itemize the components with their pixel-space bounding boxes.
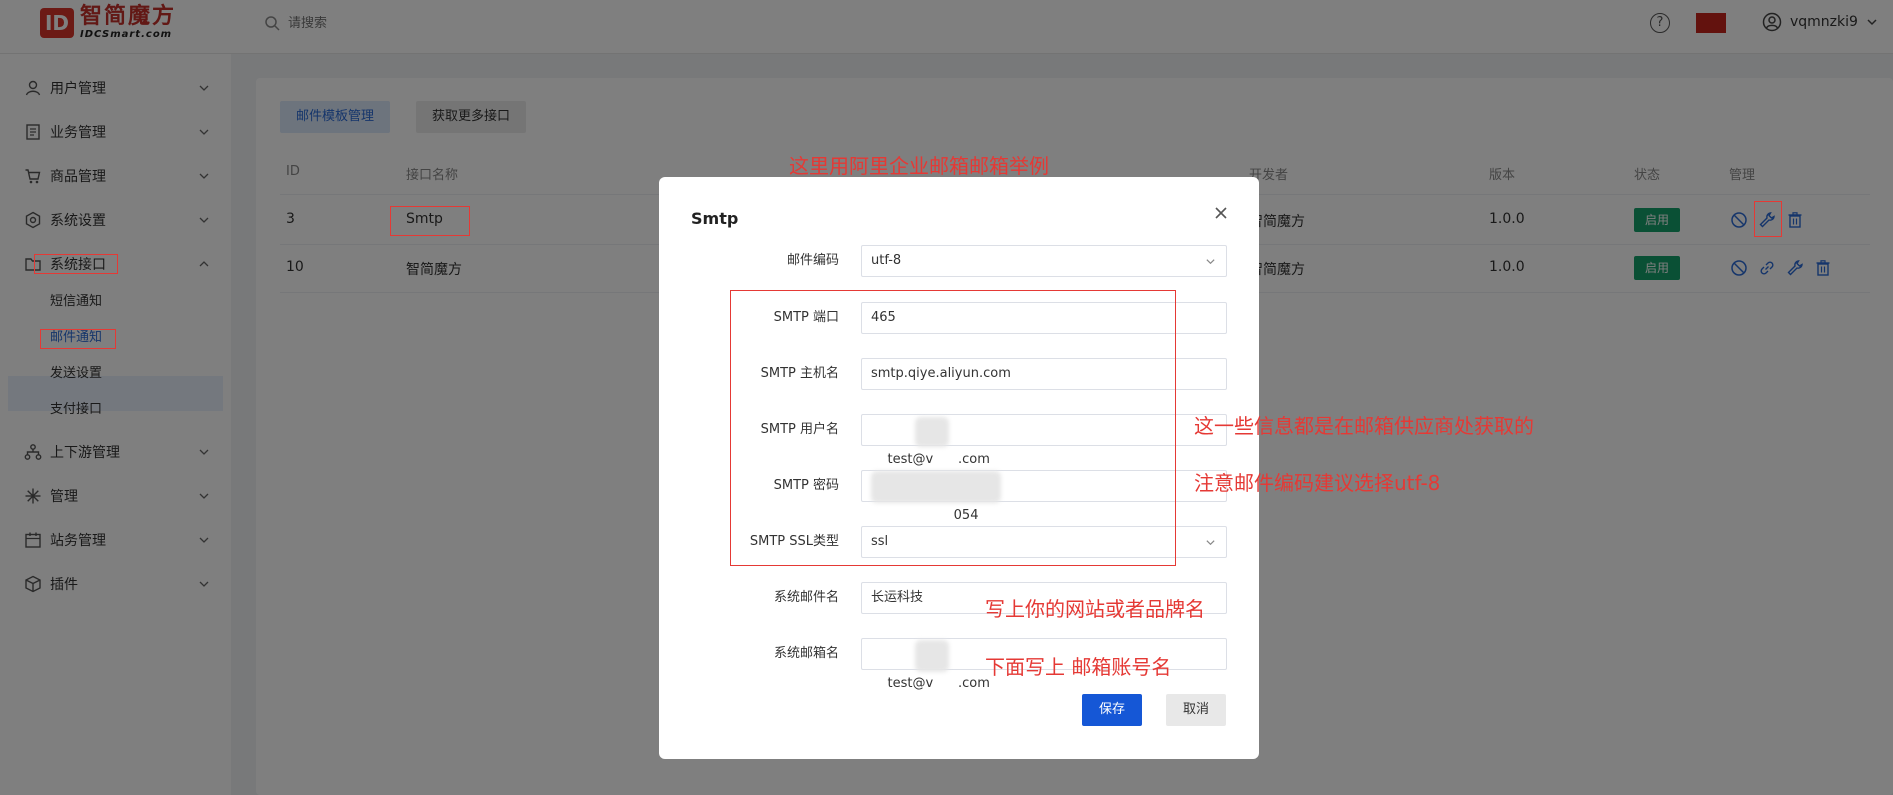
annotation-highlight-smtp-fields [730,290,1176,566]
annotation-note-account: 下面写上 邮箱账号名 [985,655,1172,679]
dialog-title: Smtp [691,209,739,228]
annotation-highlight-email-notification [40,329,116,349]
field-label-system-mailbox: 系统邮箱名 [773,646,839,661]
close-icon[interactable] [1211,203,1231,223]
annotation-top-note: 这里用阿里企业邮箱邮箱举例 [789,154,1049,178]
mail-encoding-select[interactable]: utf-8 [861,245,1227,277]
annotation-highlight-smtp-row [390,206,470,236]
system-mailbox-value: test@v .com [887,676,990,691]
field-label-system-mail-name: 系统邮件名 [773,590,839,605]
redaction-blur [915,640,949,672]
annotation-highlight-config-icon [1754,201,1782,237]
chevron-down-icon [1206,540,1215,546]
save-button[interactable]: 保存 [1082,694,1142,726]
mail-encoding-value: utf-8 [871,253,902,268]
annotation-note-provider: 这一些信息都是在邮箱供应商处获取的 [1194,414,1534,438]
annotation-highlight-system-interfaces [34,254,118,274]
annotation-note-encoding: 注意邮件编码建议选择utf-8 [1194,471,1441,495]
cancel-button[interactable]: 取消 [1166,694,1226,726]
system-mail-name-value: 长运科技 [871,590,924,605]
chevron-down-icon [1206,259,1215,265]
field-label-mail-encoding: 邮件编码 [786,253,839,268]
annotation-note-brand: 写上你的网站或者品牌名 [985,597,1205,621]
